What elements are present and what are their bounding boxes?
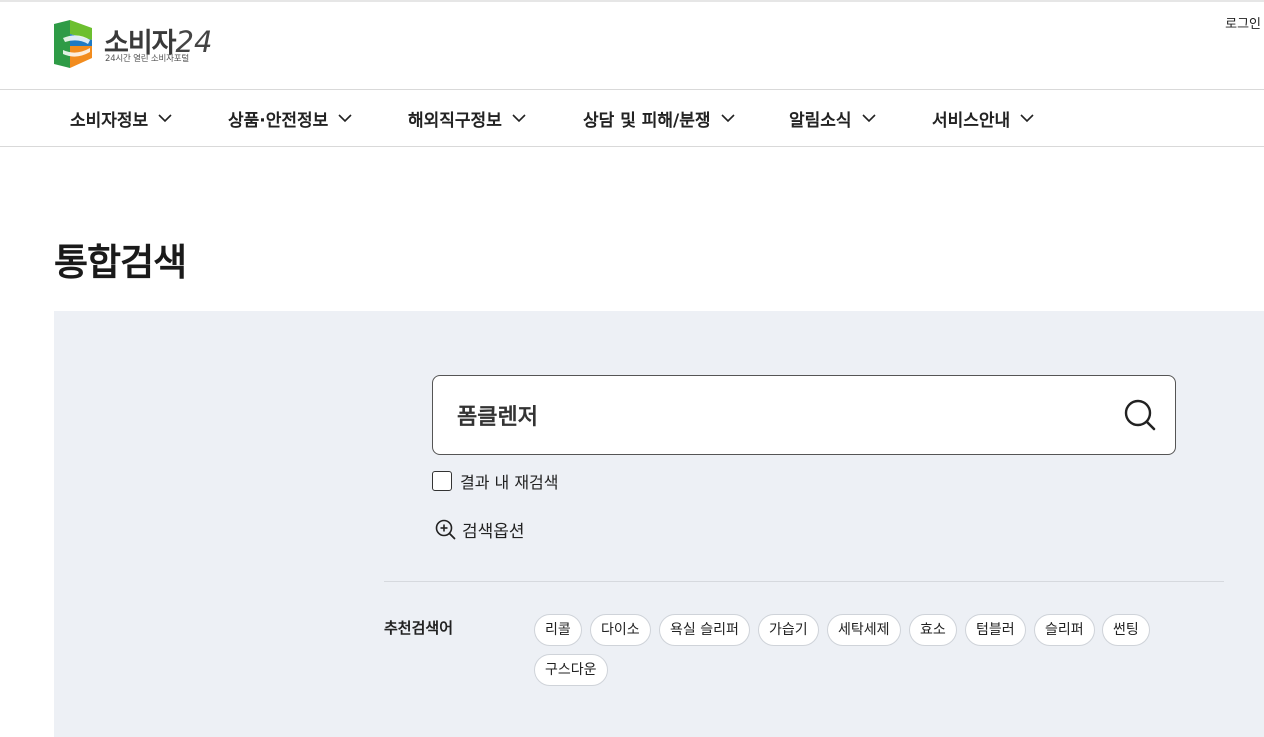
logo-tagline: 24시간 열린 소비자포털 [105, 54, 190, 64]
keyword-tag[interactable]: 다이소 [590, 614, 651, 646]
nav-item-service-guide[interactable]: 서비스안내 [932, 90, 1035, 146]
divider [384, 581, 1224, 582]
login-link[interactable]: 로그인 [1225, 13, 1261, 32]
keyword-tag[interactable]: 슬리퍼 [1034, 614, 1095, 646]
chevron-down-icon [338, 114, 352, 123]
nav-item-label: 소비자정보 [70, 110, 149, 131]
zoom-plus-icon [435, 519, 456, 540]
logo-mark-icon [54, 20, 92, 68]
nav-item-consumer-info[interactable]: 소비자정보 [70, 90, 173, 146]
chevron-down-icon [1020, 114, 1034, 123]
search-panel: 결과 내 재검색 검색옵션 추천검색어 리콜 다이소 욕실 슬리퍼 가습기 세탁… [54, 311, 1264, 737]
keyword-tag[interactable]: 가습기 [758, 614, 819, 646]
site-logo[interactable]: 소비자24 24시간 열린 소비자포털 [52, 20, 222, 72]
keyword-tag[interactable]: 썬팅 [1102, 614, 1150, 646]
chevron-down-icon [158, 114, 172, 123]
nav-item-label: 상품·안전정보 [228, 110, 329, 131]
search-button[interactable] [1121, 396, 1159, 434]
keyword-tag[interactable]: 텀블러 [965, 614, 1026, 646]
site-header: 소비자24 24시간 열린 소비자포털 로그인 [0, 2, 1264, 90]
search-box [432, 375, 1176, 455]
keyword-tag[interactable]: 효소 [909, 614, 957, 646]
search-icon [1124, 399, 1156, 431]
nav-item-consulting-dispute[interactable]: 상담 및 피해/분쟁 [583, 90, 736, 146]
nav-item-label: 알림소식 [789, 110, 852, 131]
nav-item-overseas-purchase[interactable]: 해외직구정보 [408, 90, 527, 146]
search-input[interactable] [457, 396, 1097, 434]
research-within-results[interactable]: 결과 내 재검색 [432, 469, 559, 493]
nav-item-label: 해외직구정보 [408, 110, 502, 131]
main-navigation: 소비자정보 상품·안전정보 해외직구정보 상담 및 피해/분쟁 알림소식 서비스… [0, 89, 1264, 147]
search-options-toggle[interactable]: 검색옵션 [435, 517, 525, 542]
keyword-tag[interactable]: 세탁세제 [827, 614, 901, 646]
nav-item-product-safety[interactable]: 상품·안전정보 [228, 90, 353, 146]
page-title: 통합검색 [54, 241, 187, 284]
recommended-keywords-title: 추천검색어 [384, 619, 454, 637]
keyword-tag[interactable]: 구스다운 [534, 654, 608, 686]
research-checkbox[interactable] [432, 471, 452, 491]
nav-item-news[interactable]: 알림소식 [789, 90, 877, 146]
nav-item-label: 서비스안내 [932, 110, 1011, 131]
chevron-down-icon [512, 114, 526, 123]
keyword-tag[interactable]: 욕실 슬리퍼 [659, 614, 750, 646]
research-label: 결과 내 재검색 [460, 473, 559, 492]
search-options-label: 검색옵션 [462, 522, 525, 542]
chevron-down-icon [720, 114, 735, 123]
nav-item-label: 상담 및 피해/분쟁 [583, 110, 711, 131]
chevron-down-icon [861, 114, 876, 123]
keyword-tag[interactable]: 리콜 [534, 614, 582, 646]
